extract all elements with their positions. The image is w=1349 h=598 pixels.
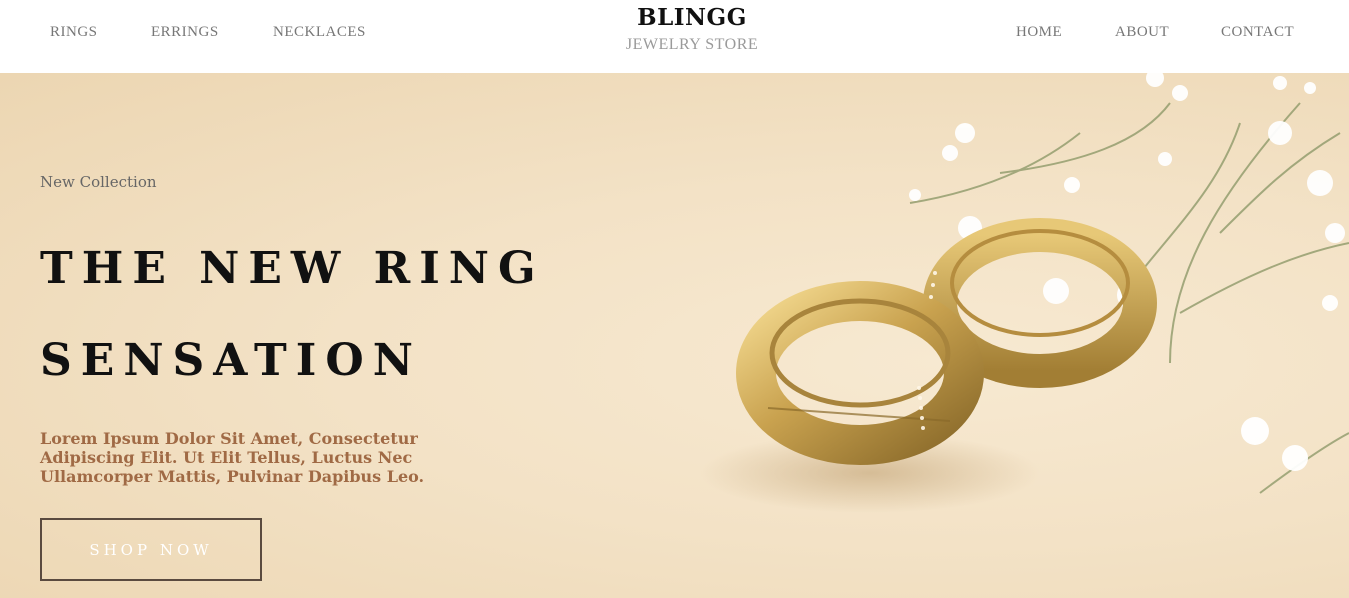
- hero-kicker: New Collection: [40, 173, 157, 191]
- headline-line-1: THE NEW RING: [40, 243, 545, 294]
- hero-section: New Collection THE NEW RING SENSATION Lo…: [0, 73, 1349, 598]
- nav-link-about[interactable]: ABOUT: [1115, 24, 1169, 41]
- site-header: RINGS ERRINGS NECKLACES BLINGG JEWELRY S…: [0, 0, 1349, 73]
- nav-link-contact[interactable]: CONTACT: [1221, 24, 1294, 41]
- headline-line-2: SENSATION: [40, 335, 422, 386]
- hero-description: Lorem Ipsum Dolor Sit Amet, Consectetur …: [40, 429, 425, 486]
- hero-headline: THE NEW RING SENSATION: [40, 223, 545, 407]
- shop-now-button[interactable]: SHOP NOW: [40, 518, 262, 581]
- nav-link-home[interactable]: HOME: [1016, 24, 1062, 41]
- gold-rings-photo: [700, 73, 1349, 513]
